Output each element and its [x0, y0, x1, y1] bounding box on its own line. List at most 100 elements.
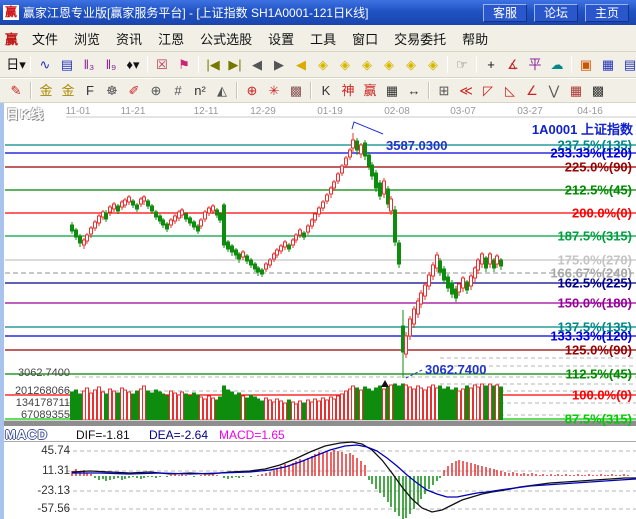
candle-body — [204, 212, 207, 219]
volume-bar — [98, 387, 101, 420]
volume-bar — [261, 401, 264, 420]
volume-layer — [71, 384, 503, 420]
volume-bar — [295, 404, 298, 420]
date-label: 12-11 — [194, 106, 219, 117]
candle-body — [383, 181, 386, 194]
gann-level-label: 200.0%(0) — [572, 206, 632, 221]
volume-bar — [383, 389, 386, 420]
buy-marker-triangle — [381, 380, 389, 387]
volume-bar — [113, 391, 116, 420]
volume-bar — [94, 390, 97, 420]
candle-body — [485, 258, 488, 268]
volume-bar — [288, 400, 291, 420]
volume-bar — [227, 390, 230, 420]
candle-body — [181, 210, 184, 215]
grid-layer — [66, 117, 636, 509]
volume-bar — [413, 389, 416, 420]
gann-level-label: 212.5%(45) — [565, 183, 632, 198]
candle-body — [94, 222, 97, 228]
left-axis-label: 134178711 — [16, 397, 70, 409]
candle-body — [477, 260, 480, 270]
macd-dif-value: DIF=-1.81 — [76, 428, 130, 442]
volume-bar — [242, 396, 245, 420]
price-annotation-high: 3587.0300 — [386, 138, 447, 153]
volume-bar — [143, 386, 146, 420]
date-label: 11-21 — [121, 106, 146, 117]
volume-bar — [485, 386, 488, 420]
volume-bar — [299, 401, 302, 420]
macd-layer — [72, 442, 636, 519]
macd-dea-value: DEA=-2.64 — [149, 428, 208, 442]
candle-body — [420, 293, 423, 304]
candle-body — [303, 233, 306, 237]
candle-body — [174, 216, 177, 221]
candle-body — [261, 270, 264, 274]
volume-bar — [117, 393, 120, 420]
volume-bar — [276, 399, 279, 420]
volume-bar — [394, 384, 397, 420]
volume-bar — [269, 400, 272, 420]
volume-bar — [185, 394, 188, 420]
candle-body — [489, 254, 492, 264]
volume-bar — [109, 389, 112, 420]
volume-bar — [405, 385, 408, 420]
volume-bar — [105, 394, 108, 420]
volume-bar — [489, 384, 492, 420]
candle-body — [257, 268, 260, 272]
volume-bar — [371, 391, 374, 420]
volume-bar — [303, 403, 306, 420]
candle-body — [280, 246, 283, 251]
macd-axis-label: 45.74 — [41, 445, 70, 457]
volume-bar — [208, 396, 211, 420]
volume-bar — [265, 398, 268, 420]
volume-bar — [174, 393, 177, 420]
volume-bar — [496, 385, 499, 420]
app-window: 赢 赢家江恩专业版[赢家服务平台] - [上证指数 SH1A0001-121日K… — [0, 0, 636, 519]
candle-body — [356, 141, 359, 150]
candle-body — [185, 214, 188, 219]
candle-body — [375, 173, 378, 188]
candle-body — [443, 269, 446, 280]
annotations-layer: 3587.03003062.7400 — [352, 122, 486, 387]
candle-body — [458, 284, 461, 292]
candle-body — [500, 260, 503, 266]
macd-axis-label: -57.56 — [37, 503, 70, 515]
candle-body — [231, 246, 234, 252]
volume-bar — [204, 399, 207, 420]
annotation-pointer — [352, 122, 383, 134]
date-label: 04-16 — [577, 106, 603, 117]
candle-body — [390, 199, 393, 211]
gann-level-label: 225.0%(90) — [565, 160, 632, 175]
macd-pane-title: MACD — [5, 427, 48, 442]
candle-body — [368, 155, 371, 166]
candle-body — [105, 213, 108, 219]
volume-bar — [212, 398, 215, 420]
candle-body — [352, 140, 355, 148]
candle-body — [481, 254, 484, 264]
volume-bar — [136, 391, 139, 420]
candle-body — [424, 285, 427, 296]
volume-bar — [132, 394, 135, 420]
date-label: 01-19 — [317, 106, 343, 117]
volume-bar — [86, 388, 89, 420]
candle-body — [75, 230, 78, 237]
candle-body — [413, 309, 416, 324]
volume-bar — [432, 385, 435, 420]
candle-body — [428, 275, 431, 286]
candle-body — [345, 158, 348, 165]
candle-body — [113, 204, 116, 209]
volume-bar — [481, 384, 484, 420]
volume-bar — [189, 396, 192, 420]
candle-body — [314, 214, 317, 220]
candle-body — [307, 226, 310, 232]
date-label: 11-01 — [66, 106, 91, 117]
volume-bar — [375, 388, 378, 420]
window-left-frame — [0, 103, 4, 519]
gann-level-label: 87.5%(315) — [565, 412, 632, 427]
macd-axis-label: 11.31 — [42, 465, 70, 477]
gann-lines-layer — [5, 145, 636, 419]
candle-body — [223, 205, 226, 245]
volume-bar — [500, 387, 503, 420]
date-label: 12-29 — [250, 106, 276, 117]
candle-body — [288, 245, 291, 249]
